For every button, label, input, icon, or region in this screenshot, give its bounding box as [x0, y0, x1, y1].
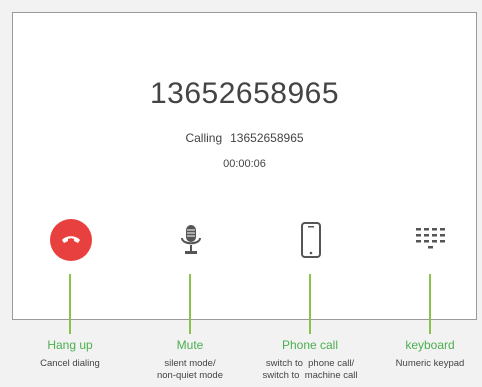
- keypad-icon: [416, 228, 445, 249]
- keyboard-desc: Numeric keypad: [375, 358, 482, 370]
- call-timer: 00:00:06: [223, 158, 266, 170]
- hangup-desc: Cancel dialing: [15, 358, 125, 370]
- phone-call-connector-line: [309, 274, 311, 334]
- hangup-circle: [50, 219, 92, 261]
- keyboard-button[interactable]: [409, 218, 453, 262]
- hangup-label: Hang up: [47, 338, 93, 352]
- call-status: Calling 13652658965: [13, 131, 476, 145]
- phone-call-desc-line: switch to phone call/: [265, 358, 355, 369]
- microphone-icon: [181, 225, 201, 254]
- keyboard-desc-line: Numeric keypad: [395, 358, 465, 369]
- smartphone-icon: [301, 222, 321, 258]
- phone-hangup-icon: [62, 236, 80, 243]
- hangup-button[interactable]: [49, 218, 93, 262]
- hangup-connector-line: [69, 274, 71, 334]
- keyboard-label: keyboard: [405, 338, 455, 352]
- mute-label: Mute: [176, 338, 204, 352]
- mute-desc: silent mode/ non-quiet mode: [135, 358, 245, 382]
- hangup-desc-line: Cancel dialing: [40, 358, 100, 369]
- mute-desc-line: silent mode/: [164, 358, 216, 369]
- keyboard-connector-line: [429, 274, 431, 334]
- mute-button[interactable]: [169, 218, 213, 262]
- phone-call-desc: switch to phone call/ switch to machine …: [250, 358, 370, 382]
- mute-connector-line: [189, 274, 191, 334]
- phone-call-desc-line: switch to machine call: [262, 370, 358, 381]
- mute-desc-line: non-quiet mode: [156, 370, 224, 381]
- phone-call-label: Phone call: [281, 338, 339, 352]
- call-status-label: Calling: [185, 131, 223, 145]
- call-screen: 13652658965 Calling 13652658965 00:00:06: [12, 12, 477, 320]
- call-status-number: 13652658965: [230, 131, 304, 145]
- phone-call-button[interactable]: [289, 218, 333, 262]
- call-number: 13652658965: [149, 77, 340, 110]
